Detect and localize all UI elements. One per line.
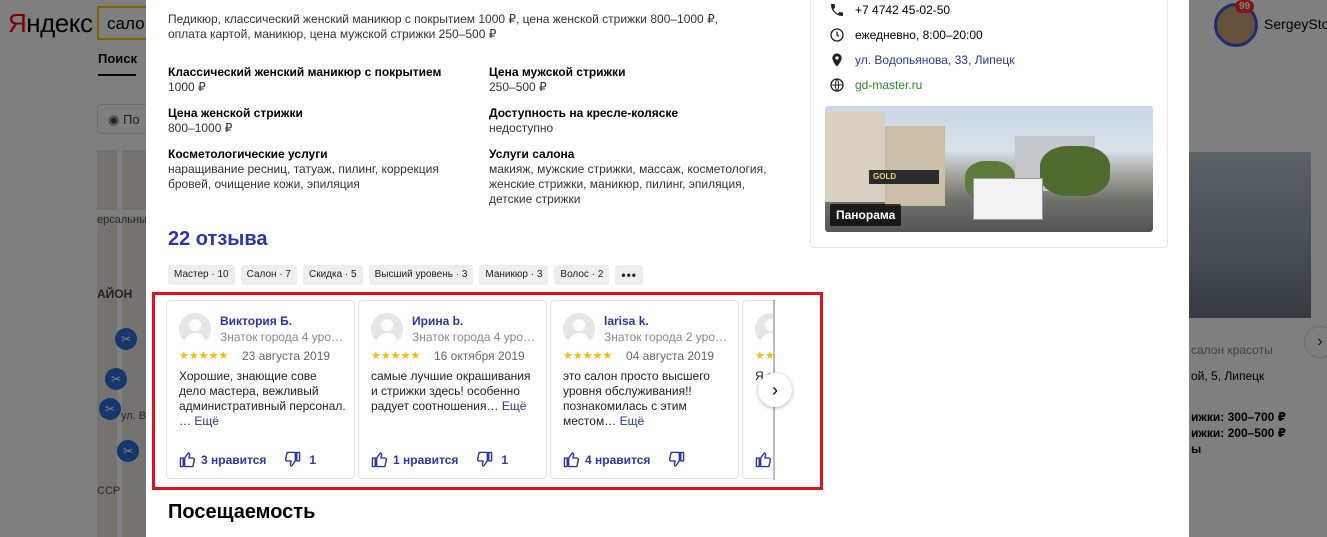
phone-row[interactable]: +7 4742 45-02-50 — [829, 2, 950, 18]
review-actions: 3 нравится 1 — [179, 451, 316, 468]
feature-item: Косметологические услуги наращивание рес… — [168, 147, 439, 191]
review-aspect-chips: Мастер · 10 Салон · 7 Скидка · 5 Высший … — [168, 265, 643, 285]
panorama-preview[interactable]: GOLD Панорама — [825, 106, 1153, 232]
review-card: Ирина b. Знаток города 4 уровня ★★★★★ 16… — [358, 300, 547, 479]
clock-icon — [830, 28, 844, 42]
reviewer-avatar-icon[interactable] — [755, 313, 774, 345]
carousel-next-button[interactable]: › — [758, 373, 792, 407]
dislike-button[interactable]: 1 — [284, 451, 316, 468]
more-link[interactable]: Ещё — [620, 414, 645, 428]
feature-item: Цена мужской стрижки 250–500 ₽ — [489, 65, 626, 94]
location-pin-icon — [832, 53, 842, 67]
like-button[interactable] — [755, 451, 772, 468]
dislike-button[interactable] — [668, 451, 693, 468]
feature-item: Цена женской стрижки 800–1000 ₽ — [168, 106, 303, 135]
reviewer-name[interactable]: larisa k. — [604, 314, 649, 328]
rating-stars: ★★★★★ — [179, 350, 229, 362]
globe-icon — [830, 78, 844, 92]
aspect-chip[interactable]: Скидка · 5 — [302, 265, 363, 285]
thumbs-down-icon — [285, 451, 301, 467]
aspect-chip[interactable]: Мастер · 10 — [168, 265, 235, 285]
reviews-title[interactable]: 22 отзыва — [168, 228, 268, 251]
review-date: 16 октября 2019 — [434, 349, 525, 363]
reviewer-avatar-icon[interactable] — [371, 313, 403, 345]
chevron-right-icon: › — [772, 379, 778, 400]
thumbs-down-icon — [669, 451, 685, 467]
reviewer-avatar-icon[interactable] — [563, 313, 595, 345]
address-row[interactable]: ул. Водопьянова, 33, Липецк — [829, 52, 1015, 68]
review-card: larisa k. Знаток города 2 уровня ★★★★★ 0… — [550, 300, 739, 479]
dislike-button[interactable]: 1 — [476, 451, 508, 468]
phone-icon — [831, 4, 843, 16]
review-text: самые лучшие окрашивания и стрижки здесь… — [371, 369, 531, 413]
feature-item: Классический женский маникюр с покрытием… — [168, 65, 442, 94]
like-button[interactable]: 4 нравится — [563, 451, 650, 468]
panorama-building — [885, 126, 945, 206]
panorama-truck — [973, 178, 1043, 220]
review-actions — [755, 451, 774, 468]
aspect-chip[interactable]: Маникюр · 3 — [479, 265, 549, 285]
review-actions: 1 нравится 1 — [371, 451, 508, 468]
reviewer-name[interactable]: Ирина b. — [412, 314, 463, 328]
review-text: Хорошие, знающие сове дело мастера, вежл… — [179, 369, 346, 428]
like-button[interactable]: 1 нравится — [371, 451, 458, 468]
panorama-building — [825, 112, 885, 202]
review-actions: 4 нравится — [563, 451, 693, 468]
panorama-tree — [1040, 146, 1110, 196]
features-summary: Педикюр, классический женский маникюр с … — [168, 12, 719, 41]
website-row[interactable]: gd-master.ru — [829, 77, 922, 93]
reviews-carousel: Виктория Б. Знаток города 4 уровня ★★★★★… — [166, 300, 774, 480]
organization-modal: Педикюр, классический женский маникюр с … — [146, 0, 1189, 537]
aspect-chip[interactable]: Салон · 7 — [240, 265, 297, 285]
aspect-chip[interactable]: Высший уровень · 3 — [368, 265, 474, 285]
thumbs-up-icon — [563, 452, 580, 468]
review-date: 23 августа 2019 — [242, 349, 331, 363]
reviewer-avatar-icon[interactable] — [179, 313, 211, 345]
contact-info-panel: +7 4742 45-02-50 ежедневно, 8:00–20:00 у… — [810, 0, 1168, 248]
review-date: 04 августа 2019 — [626, 349, 715, 363]
rating-stars: ★★★★★ — [371, 350, 421, 362]
review-card: Виктория Б. Знаток города 4 уровня ★★★★★… — [166, 300, 355, 479]
shop-sign: GOLD — [869, 170, 939, 184]
more-link[interactable]: Ещё — [194, 414, 219, 428]
reviewer-name[interactable]: Виктория Б. — [220, 314, 292, 328]
rating-stars: ★★ — [755, 350, 774, 362]
like-button[interactable]: 3 нравится — [179, 451, 266, 468]
thumbs-up-icon — [371, 452, 388, 468]
reviewer-rank: Знаток города 4 уровня — [412, 330, 540, 344]
thumbs-up-icon — [755, 452, 772, 468]
thumbs-down-icon — [477, 451, 493, 467]
feature-item: Доступность на кресле-коляске недоступно — [489, 106, 679, 135]
feature-item: Услуги салона макияж, мужские стрижки, м… — [489, 147, 767, 206]
more-link[interactable]: Ещё — [502, 399, 527, 413]
review-text: это салон просто высшего уровня обслужив… — [563, 369, 710, 428]
panorama-label[interactable]: Панорама — [830, 204, 902, 226]
reviewer-rank: Знаток города 4 уровня — [220, 330, 348, 344]
attendance-section-title: Посещаемость — [168, 501, 316, 523]
rating-stars: ★★★★★ — [563, 350, 613, 362]
hours-row[interactable]: ежедневно, 8:00–20:00 — [829, 27, 983, 43]
thumbs-up-icon — [179, 452, 196, 468]
more-aspects-button[interactable]: ••• — [615, 265, 643, 285]
reviewer-rank: Знаток города 2 уровня — [604, 330, 732, 344]
aspect-chip[interactable]: Волос · 2 — [554, 265, 610, 285]
